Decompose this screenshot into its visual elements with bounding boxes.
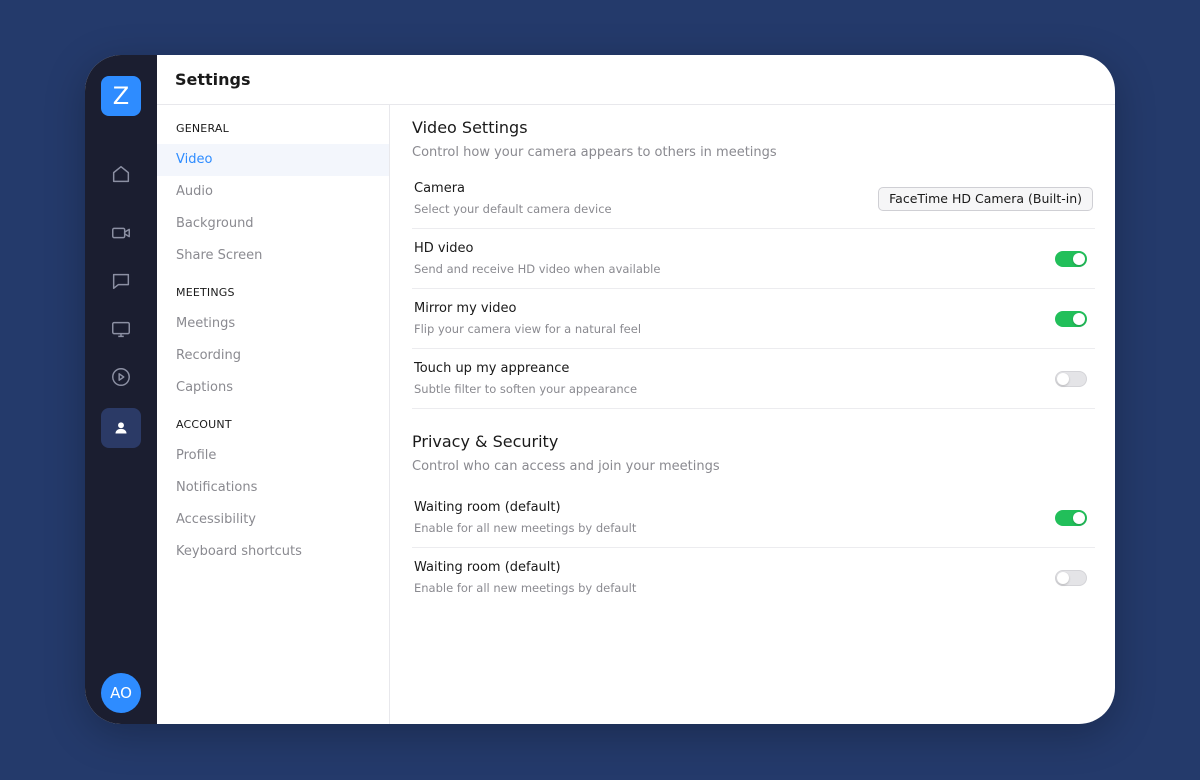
nav-item-meetings[interactable]: Meetings [157,308,389,340]
setting-row-mirror: Mirror my video Flip your camera view fo… [412,289,1095,349]
setting-description: Subtle filter to soften your appearance [414,381,638,396]
nav-item-share-screen[interactable]: Share Screen [157,240,389,272]
setting-label: Touch up my appreance [414,360,570,376]
setting-text: Waiting room (default) Enable for all ne… [414,559,636,597]
settings-nav: GENERAL Video Audio Background Share Scr… [157,105,390,724]
video-settings-title: Video Settings [412,118,528,137]
toggle-knob [1073,312,1085,325]
setting-text: Waiting room (default) Enable for all ne… [414,499,636,537]
settings-panel: Video Settings Control how your camera a… [390,105,1115,724]
chat-icon[interactable] [101,261,141,301]
setting-description: Send and receive HD video when available [414,261,661,276]
waiting-room-toggle[interactable] [1055,509,1087,526]
monitor-icon[interactable] [101,309,141,349]
privacy-title: Privacy & Security [412,432,559,451]
camera-select[interactable]: FaceTime HD Camera (Built-in) [878,186,1093,211]
content: GENERAL Video Audio Background Share Scr… [157,105,1115,724]
nav-item-video[interactable]: Video [157,144,389,176]
setting-row-touch-up: Touch up my appreance Subtle filter to s… [412,349,1095,409]
setting-row-waiting-room: Waiting room (default) Enable for all ne… [412,548,1095,608]
page-header: Settings [157,55,1115,105]
nav-item-audio[interactable]: Audio [157,176,389,208]
mirror-video-toggle[interactable] [1055,310,1087,327]
nav-section-meetings: MEETINGS [176,286,235,299]
play-icon[interactable] [101,357,141,397]
privacy-description: Control who can access and join your mee… [412,459,720,474]
nav-item-accessibility[interactable]: Accessibility [157,504,389,536]
main-area: Settings GENERAL Video Audio Background … [157,55,1115,724]
nav-item-notifications[interactable]: Notifications [157,472,389,504]
home-icon[interactable] [101,154,141,194]
nav-item-recording[interactable]: Recording [157,340,389,372]
setting-row-camera: Camera Select your default camera device… [412,169,1095,229]
video-settings-description: Control how your camera appears to other… [412,145,777,160]
setting-text: HD video Send and receive HD video when … [414,240,660,278]
avatar[interactable]: AO [101,673,141,713]
toggle-knob [1057,372,1069,385]
nav-section-account: ACCOUNT [176,418,232,431]
setting-row-hd-video: HD video Send and receive HD video when … [412,229,1095,289]
setting-label: Waiting room (default) [414,560,561,575]
toggle-knob [1057,572,1069,584]
waiting-room-toggle[interactable] [1055,570,1087,586]
setting-text: Mirror my video Flip your camera view fo… [414,300,641,338]
hd-video-toggle[interactable] [1055,250,1087,267]
app-logo[interactable]: Z [101,76,141,116]
video-camera-icon[interactable] [101,213,141,253]
settings-window: Z AO Settings GENERAL Video Audio Backgr… [85,55,1115,724]
nav-item-profile[interactable]: Profile [157,440,389,472]
setting-description: Select your default camera device [414,201,612,216]
nav-item-captions[interactable]: Captions [157,372,389,404]
setting-description: Enable for all new meetings by default [414,520,637,535]
page-title: Settings [175,70,251,89]
nav-item-keyboard-shortcuts[interactable]: Keyboard shortcuts [157,536,389,568]
setting-description: Flip your camera view for a natural feel [414,321,642,336]
setting-label: Mirror my video [414,300,517,316]
setting-label: Camera [414,180,466,196]
setting-label: Waiting room (default) [414,499,561,515]
setting-text: Camera Select your default camera device [414,180,612,218]
nav-item-background[interactable]: Background [157,208,389,240]
setting-description: Enable for all new meetings by default [414,581,637,595]
setting-text: Touch up my appreance Subtle filter to s… [414,360,637,398]
toggle-knob [1073,252,1085,265]
app-rail: Z AO [85,55,157,724]
setting-label: HD video [414,240,474,256]
user-icon[interactable] [101,408,141,448]
toggle-knob [1073,511,1085,524]
touch-up-toggle[interactable] [1055,370,1087,387]
setting-row-waiting-room: Waiting room (default) Enable for all ne… [412,488,1095,548]
nav-section-general: GENERAL [176,122,229,135]
